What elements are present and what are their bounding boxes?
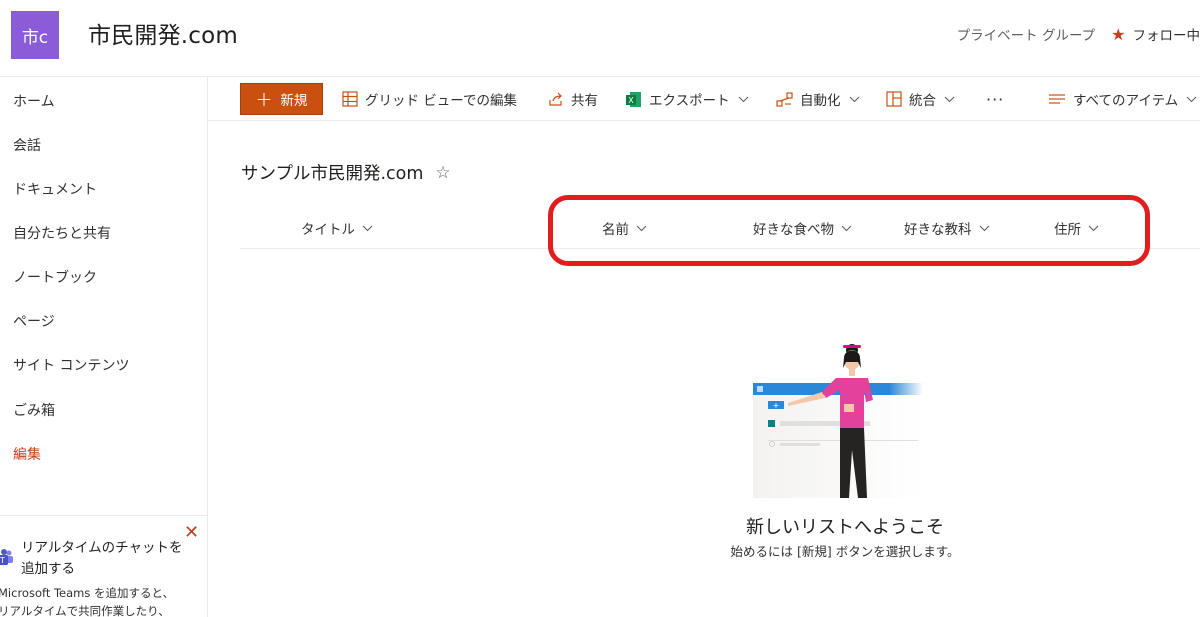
nav-item-notebook[interactable]: ノートブック: [13, 267, 97, 287]
list-title: サンプル市民開発.com ☆: [241, 160, 451, 185]
nav-item-recycle-bin[interactable]: ごみ箱: [13, 400, 55, 420]
star-filled-icon: ★: [1111, 24, 1126, 44]
nav-item-site-contents[interactable]: サイト コンテンツ: [13, 355, 129, 375]
nav-item-home[interactable]: ホーム: [13, 91, 55, 111]
site-header: 市c 市民開発.com プライベート グループ ★ フォロー中: [0, 0, 1200, 77]
grid-view-edit-label: グリッド ビューでの編集: [365, 93, 517, 109]
share-label: 共有: [571, 93, 598, 109]
share-button[interactable]: 共有: [548, 77, 598, 121]
teams-desc-line-1: Microsoft Teams を追加すると、: [0, 586, 175, 600]
teams-icon: T: [0, 549, 13, 565]
excel-icon: X: [625, 91, 642, 108]
new-button-label: 新規: [280, 93, 308, 109]
nav-item-documents[interactable]: ドキュメント: [13, 179, 97, 199]
teams-card-description: Microsoft Teams を追加すると、 リアルタイムで共同作業したり、: [0, 584, 208, 617]
nav-edit-link[interactable]: 編集: [13, 444, 41, 464]
column-header-label: タイトル: [301, 222, 355, 238]
chevron-down-icon: [362, 225, 373, 232]
site-title[interactable]: 市民開発.com: [88, 16, 238, 50]
group-type-label: プライベート グループ: [956, 28, 1096, 44]
empty-state-title: 新しいリストへようこそ: [746, 517, 944, 538]
view-switcher-label: すべてのアイテム: [1073, 93, 1179, 109]
nav-item-shared-with-us[interactable]: 自分たちと共有: [13, 223, 111, 243]
new-button[interactable]: + 新規: [240, 83, 323, 115]
more-options-button[interactable]: ···: [986, 77, 1004, 121]
svg-text:T: T: [0, 556, 5, 565]
export-label: エクスポート: [649, 93, 730, 109]
nav-item-conversations[interactable]: 会話: [13, 135, 41, 155]
star-outline-icon[interactable]: ☆: [435, 163, 450, 183]
annotation-highlight: [548, 195, 1150, 266]
plus-icon: +: [255, 87, 273, 111]
grid-view-edit-button[interactable]: グリッド ビューでの編集: [342, 77, 517, 121]
header-right: プライベート グループ ★ フォロー中: [956, 24, 1200, 45]
svg-text:+: +: [773, 401, 780, 410]
chevron-down-icon: [944, 96, 955, 103]
svg-text:X: X: [628, 96, 634, 105]
chevron-down-icon: [1186, 96, 1197, 103]
list-title-text: サンプル市民開発.com: [241, 164, 424, 184]
command-bar: + 新規 グリッド ビューでの編集 共有 X エクスポート 自動化 統合 ···…: [208, 77, 1200, 121]
chevron-down-icon: [849, 96, 860, 103]
follow-label: フォロー中: [1132, 28, 1200, 44]
integrate-label: 統合: [909, 93, 936, 109]
export-button[interactable]: X エクスポート: [625, 77, 749, 121]
automate-icon: [776, 91, 793, 108]
nav-item-pages[interactable]: ページ: [13, 311, 55, 331]
site-logo[interactable]: 市c: [11, 11, 59, 59]
teams-promo-card: ✕ T リアルタイムのチャットを追加する Microsoft Teams を追加…: [0, 515, 208, 617]
grid-icon: [342, 91, 358, 107]
empty-state-subtitle: 始めるには [新規] ボタンを選択します。: [730, 544, 960, 559]
lines-icon: [1048, 92, 1066, 106]
chevron-down-icon: [738, 96, 749, 103]
automate-label: 自動化: [800, 93, 841, 109]
view-switcher[interactable]: すべてのアイテム: [1048, 77, 1197, 121]
column-header-title[interactable]: タイトル: [301, 218, 373, 238]
teams-card-title: リアルタイムのチャットを追加する: [21, 540, 183, 577]
automate-button[interactable]: 自動化: [776, 77, 860, 121]
empty-list-illustration: +: [753, 344, 923, 498]
left-nav: ホーム 会話 ドキュメント 自分たちと共有 ノートブック ページ サイト コンテ…: [0, 77, 208, 617]
follow-button[interactable]: ★ フォロー中: [1111, 24, 1200, 45]
share-icon: [548, 91, 564, 107]
integrate-icon: [886, 91, 902, 107]
teams-desc-line-2: リアルタイムで共同作業したり、: [0, 604, 170, 617]
integrate-button[interactable]: 統合: [886, 77, 955, 121]
